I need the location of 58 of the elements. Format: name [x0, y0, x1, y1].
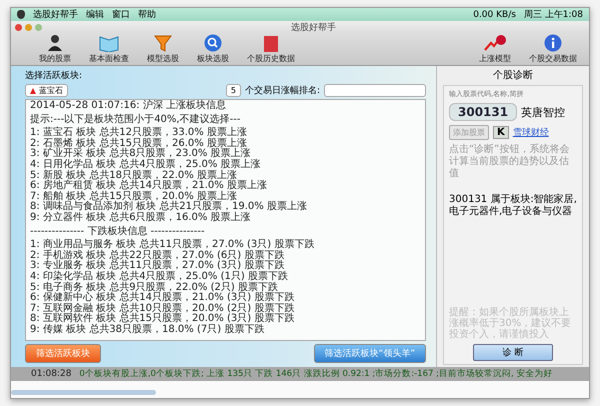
report-tip: 提示:---以下是板块范围小于40%,不建议选择---	[30, 114, 242, 126]
menu-clock: 周三 上午1:08	[524, 8, 583, 21]
toolbar-button[interactable]: 模型选股	[147, 34, 179, 64]
rank-dropdown[interactable]	[324, 84, 426, 97]
menu-item[interactable]: 帮助	[138, 8, 156, 21]
sector-info: 300131 属于板块:智能家居,电子元器件,电子设备与仪器	[449, 194, 577, 218]
report-heading: 2014-05-28 01:07:16: 沪深 上涨板块信息	[30, 101, 227, 112]
status-message: 0个板块有股上涨,0个板块下跌; 上涨 135只 下跌 146只 涨跌比例 0.92:1 ;市场分数:-167 ;目前市场较常沉闷, 安全为好	[79, 368, 552, 380]
rising-sector-line: 9: 分立器件 板块 总共6只股票，16.0% 股票上涨	[30, 212, 252, 224]
menu-item[interactable]: 窗口	[112, 8, 130, 21]
window-title: 选股好帮手	[290, 22, 337, 34]
falling-sector-line: 4: 印染化学品 板块 总共4只股票，25.0% (1只) 股票下跌	[30, 272, 289, 282]
toolbar-button[interactable]: 基本面检查	[89, 34, 129, 64]
scrollbar[interactable]	[11, 390, 156, 395]
sector-label: 选择活跃板块:	[25, 70, 84, 82]
info-icon	[544, 34, 562, 52]
panel-title: 个股诊断	[492, 68, 534, 82]
rising-sector-line: 6: 房地产租赁 板块 总共14只股票，21.0% 股票上涨	[30, 181, 268, 192]
toolbar-button[interactable]: 板块选股	[197, 34, 229, 64]
falling-sector-line: 3: 专业服务 板块 总共11只股票，27.0% (3只) 股票下跌	[30, 261, 284, 272]
rising-sector-line: 3: 矿业开采 板块 总共8只股票，23.0% 股票上涨	[30, 149, 251, 160]
falling-sector-line: 8: 互联网软件 板块 总共15只股票，20.0% (3只) 股票下跌	[30, 314, 296, 324]
rising-sector-line: 7: 船舶 板块 总共15只股票，20.0% 股票上涨	[30, 192, 237, 202]
search-icon	[204, 34, 222, 52]
rising-sector-line: 4: 日用化学品 板块 总共4只股票，25.0% 股票上涨	[30, 160, 262, 170]
menu-item[interactable]: 编辑	[86, 8, 104, 21]
falling-sector-line: 5: 电子商务 板块 总共9只股票，22.0% (2只) 股票下跌	[30, 282, 278, 292]
falling-sector-line: 9: 传媒 板块 总共38只股票，18.0% (7只) 股票下跌	[30, 324, 266, 336]
status-time: 01:08:28	[31, 369, 72, 379]
falling-sector-line: 7: 互联网金融 板块 总共10只股票，20.0% (2只) 股票下跌	[30, 304, 296, 314]
app-menu[interactable]: 选股好帮手	[33, 8, 78, 21]
xueqiu-link[interactable]: 雪球财经	[512, 126, 549, 139]
days-label: 个交易日涨幅排名:	[244, 84, 320, 97]
sector-dropdown[interactable]: 蓝宝石	[25, 84, 68, 97]
minimize-button[interactable]	[25, 24, 32, 30]
k-chart-button[interactable]: K	[493, 126, 509, 139]
trend-arrow-icon	[484, 34, 506, 52]
falling-heading: --------------- 下跌板块信息 ---------------	[30, 226, 206, 238]
zoom-button[interactable]	[35, 24, 42, 30]
diagnose-button[interactable]: 诊 断	[473, 344, 553, 361]
rising-sector-line: 8: 调味品与食品添加剂 板块 总共21只股票，19.0% 股票上涨	[30, 202, 308, 212]
network-speed: 0.00 KB/s	[473, 10, 516, 20]
toolbar-button[interactable]: 个股历史数据	[247, 34, 295, 64]
toolbar-button[interactable]: 上涨模型	[479, 34, 511, 64]
toolbar-button[interactable]: 我的股票	[39, 34, 71, 64]
days-dropdown[interactable]: 5	[226, 84, 241, 97]
person-icon	[46, 34, 64, 52]
diagnosis-description: 点击“诊断”按钮，系统将会计算当前股票的趋势以及估值	[449, 144, 570, 180]
rising-sector-line: 5: 新股 板块 总共18只股票，22.0% 股票上涨	[30, 170, 237, 181]
rising-sector-line: 1: 蓝宝石 板块 总共12只股票，33.0% 股票上涨	[30, 128, 248, 138]
stock-name: 英唐智控	[521, 104, 566, 120]
toolbar-button[interactable]: 个股交易数据	[529, 34, 577, 64]
falling-sector-line: 6: 保健新中心 板块 总共14只股票，21.0% (3只) 股票下跌	[30, 293, 296, 304]
falling-sector-line: 2: 手机游戏 板块 总共22只股票，27.0% (6只) 股票下跌	[30, 250, 286, 261]
rising-sector-line: 2: 石墨烯 板块 总共15只股票，26.0% 股票上涨	[30, 138, 247, 149]
close-button[interactable]	[15, 24, 22, 30]
falling-sector-line: 1: 商业用品与服务 板块 总共11只股票，27.0% (3只) 股票下跌	[30, 240, 316, 250]
stock-code-field[interactable]: 300131	[449, 103, 518, 121]
